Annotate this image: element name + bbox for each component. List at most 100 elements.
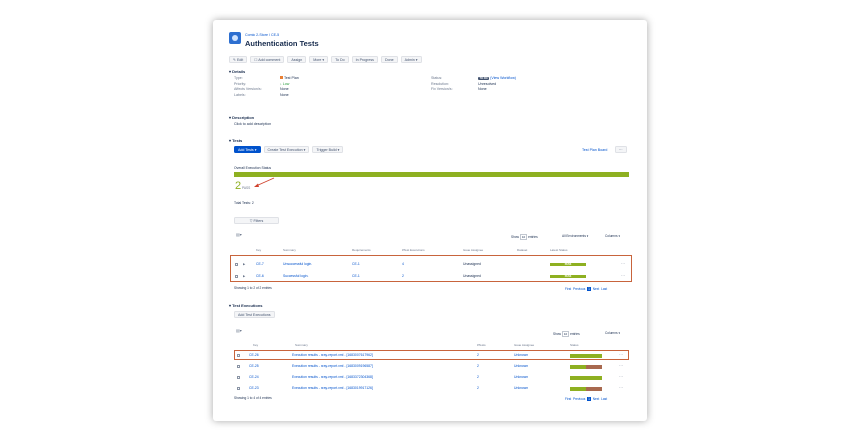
execution-tests-count[interactable]: 2 bbox=[477, 364, 479, 368]
execution-row[interactable]: CE-26 Execution results - xray-report.xml… bbox=[234, 352, 631, 359]
test-executions-count[interactable]: 2 bbox=[402, 274, 404, 278]
trigger-build-button[interactable]: Trigger Build ▾ bbox=[312, 146, 344, 153]
breadcrumb: Comic 2-Store / CE-5 bbox=[245, 33, 280, 37]
tests-next-button[interactable]: Next bbox=[593, 287, 600, 291]
tests-showing: Showing 1 to 2 of 2 entries bbox=[234, 286, 272, 290]
test-executions-count[interactable]: 4 bbox=[402, 262, 404, 266]
test-key[interactable]: CE-7 bbox=[256, 262, 264, 266]
tests-heading[interactable]: ▾ Tests bbox=[229, 138, 242, 143]
more-button[interactable]: More ▾ bbox=[309, 56, 329, 63]
exec-last-button[interactable]: Last bbox=[601, 397, 607, 401]
execution-key[interactable]: CE-23 bbox=[249, 386, 259, 390]
breadcrumb-project[interactable]: Comic 2-Store bbox=[245, 33, 268, 37]
execution-status-bar bbox=[570, 365, 602, 369]
add-comment-button[interactable]: ☐ Add comment bbox=[250, 56, 285, 63]
add-test-executions-button[interactable]: Add Test Executions bbox=[234, 311, 275, 318]
description-field[interactable]: Click to add description bbox=[234, 122, 271, 126]
done-button[interactable]: Done bbox=[380, 56, 398, 63]
test-requirement[interactable]: CE-1 bbox=[352, 274, 360, 278]
execution-assignee[interactable]: Unknown bbox=[514, 386, 528, 390]
overall-status-bar[interactable] bbox=[234, 172, 629, 177]
row-checkbox[interactable] bbox=[237, 376, 240, 379]
tests-page-1[interactable]: 1 bbox=[587, 287, 591, 291]
tests-page-size: Show 10 entries bbox=[511, 234, 538, 240]
row-checkbox[interactable] bbox=[235, 263, 238, 266]
admin-button[interactable]: Admin ▾ bbox=[400, 56, 422, 63]
exec-first-button[interactable]: First bbox=[565, 397, 571, 401]
description-heading[interactable]: ▾ Description bbox=[229, 115, 254, 120]
tests-more-button[interactable]: ··· bbox=[615, 146, 627, 153]
execution-assignee[interactable]: Unknown bbox=[514, 364, 528, 368]
add-tests-button[interactable]: Add Tests ▾ bbox=[234, 146, 261, 153]
execution-summary[interactable]: Execution results - xray-report.xml - [1… bbox=[292, 375, 373, 379]
tests-page-size-select[interactable]: 10 bbox=[519, 234, 528, 240]
tests-columns-dropdown[interactable]: Columns ▾ bbox=[605, 234, 620, 238]
execution-row[interactable]: CE-24 Execution results - xray-report.xml… bbox=[234, 374, 631, 381]
test-summary[interactable]: Successful login. bbox=[283, 274, 308, 278]
row-checkbox[interactable] bbox=[237, 354, 240, 357]
todo-button[interactable]: To Do bbox=[331, 56, 349, 63]
project-logo-icon[interactable] bbox=[229, 32, 241, 44]
execution-assignee[interactable]: Unknown bbox=[514, 375, 528, 379]
status-pass-segment bbox=[570, 376, 602, 380]
column-config-icon[interactable]: ▤▾ bbox=[236, 232, 242, 237]
create-test-execution-button[interactable]: Create Test Execution ▾ bbox=[263, 146, 310, 153]
exec-page-1[interactable]: 1 bbox=[587, 397, 591, 401]
execution-summary[interactable]: Execution results - xray-report.xml - [1… bbox=[292, 386, 373, 390]
test-executions-heading[interactable]: ▾ Test Executions bbox=[229, 303, 263, 308]
row-checkbox[interactable] bbox=[237, 387, 240, 390]
exec-next-button[interactable]: Next bbox=[593, 397, 600, 401]
test-plan-board-link[interactable]: Test Plan Board bbox=[582, 148, 607, 152]
expand-icon[interactable]: ▶ bbox=[243, 274, 245, 278]
tests-last-button[interactable]: Last bbox=[601, 287, 607, 291]
row-checkbox[interactable] bbox=[237, 365, 240, 368]
execution-summary[interactable]: Execution results - xray-report.xml - [1… bbox=[292, 353, 373, 357]
exec-columns-dropdown[interactable]: Columns ▾ bbox=[605, 331, 620, 335]
execution-row[interactable]: CE-25 Execution results - xray-report.xml… bbox=[234, 363, 631, 370]
environments-dropdown[interactable]: All Environments ▾ bbox=[562, 234, 588, 238]
row-more-icon[interactable]: ··· bbox=[619, 385, 623, 390]
status-pass-segment bbox=[570, 354, 602, 358]
in-progress-button[interactable]: In Progress bbox=[351, 56, 378, 63]
row-more-icon[interactable]: ··· bbox=[619, 363, 623, 368]
total-tests: Total Tests: 2 bbox=[234, 201, 254, 205]
status-pass-segment bbox=[570, 365, 586, 369]
assign-button[interactable]: Assign bbox=[287, 56, 307, 63]
tests-first-button[interactable]: First bbox=[565, 287, 571, 291]
test-summary[interactable]: Unsuccessful login. bbox=[283, 262, 312, 266]
filters-button[interactable]: ▽ Filters bbox=[234, 217, 279, 224]
row-more-icon[interactable]: ··· bbox=[619, 374, 623, 379]
exec-previous-button[interactable]: Previous bbox=[573, 397, 585, 401]
execution-row[interactable]: CE-23 Execution results - xray-report.xml… bbox=[234, 385, 631, 392]
execution-tests-count[interactable]: 2 bbox=[477, 353, 479, 357]
breadcrumb-issue[interactable]: CE-5 bbox=[271, 33, 279, 37]
exec-column-config-icon[interactable]: ▤▾ bbox=[236, 328, 242, 333]
row-more-icon[interactable]: ··· bbox=[621, 261, 625, 266]
tests-toolbar: Add Tests ▾ Create Test Execution ▾ Trig… bbox=[234, 146, 344, 153]
row-checkbox[interactable] bbox=[235, 275, 238, 278]
row-more-icon[interactable]: ··· bbox=[619, 352, 623, 357]
execution-key[interactable]: CE-25 bbox=[249, 364, 259, 368]
execution-assignee[interactable]: Unknown bbox=[514, 353, 528, 357]
details-heading[interactable]: ▾ Details bbox=[229, 69, 245, 74]
edit-button[interactable]: ✎ Edit bbox=[229, 56, 248, 63]
test-key[interactable]: CE-6 bbox=[256, 274, 264, 278]
test-status-badge: PASS bbox=[550, 262, 586, 266]
execution-tests-count[interactable]: 2 bbox=[477, 386, 479, 390]
test-row[interactable]: ▶ CE-7 Unsuccessful login. CE-1 4 Unassigned P… bbox=[234, 261, 631, 268]
expand-icon[interactable]: ▶ bbox=[243, 262, 245, 266]
row-more-icon[interactable]: ··· bbox=[621, 273, 625, 278]
status-badge: TO DO bbox=[478, 77, 490, 80]
annotation-arrow-icon bbox=[254, 177, 275, 187]
execution-summary[interactable]: Execution results - xray-report.xml - [1… bbox=[292, 364, 373, 368]
execution-key[interactable]: CE-26 bbox=[249, 353, 259, 357]
tests-previous-button[interactable]: Previous bbox=[573, 287, 585, 291]
execution-tests-count[interactable]: 2 bbox=[477, 375, 479, 379]
view-workflow-link[interactable]: (View Workflow) bbox=[490, 76, 516, 80]
status-fail-segment bbox=[586, 365, 602, 369]
test-row[interactable]: ▶ CE-6 Successful login. CE-1 2 Unassigned PAS… bbox=[234, 273, 631, 280]
exec-page-size-select[interactable]: 10 bbox=[561, 331, 570, 337]
execution-key[interactable]: CE-24 bbox=[249, 375, 259, 379]
execution-status-bar bbox=[570, 387, 602, 391]
test-requirement[interactable]: CE-1 bbox=[352, 262, 360, 266]
